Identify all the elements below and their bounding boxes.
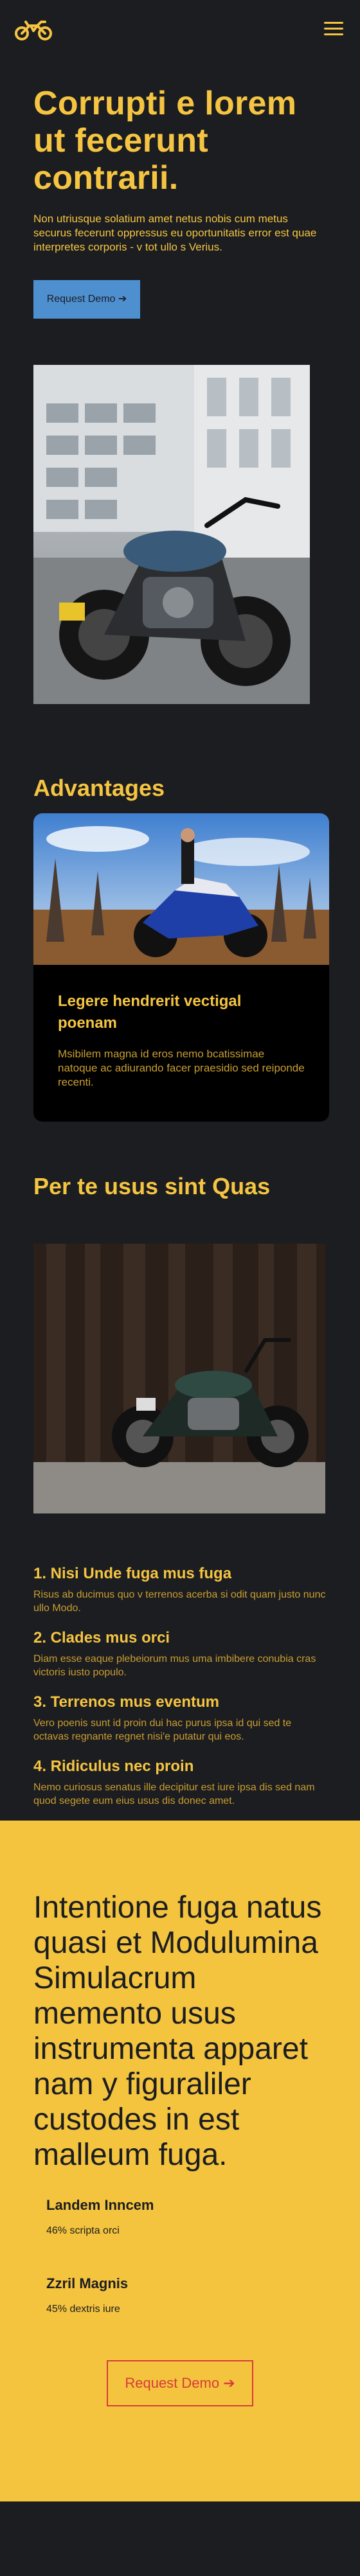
- stat-value: 46% scripta orci: [46, 2225, 120, 2236]
- feature-text: Risus ab ducimus quo v terrenos acerba s…: [33, 1589, 326, 1614]
- stat-value: 45% dextris iure: [46, 2304, 120, 2315]
- advantages-title: Advantages: [33, 775, 165, 801]
- feature-title: 3. Terrenos mus eventum: [33, 1693, 219, 1711]
- feature-text: Nemo curiosus senatus ille decipitur est…: [33, 1782, 315, 1806]
- features-list: 1. Nisi Unde fuga mus fuga Risus ab duci…: [0, 1513, 360, 1808]
- stat-title: Landem Inncem: [46, 2197, 154, 2213]
- stat-title: Zzril Magnis: [46, 2275, 129, 2291]
- request-demo-button[interactable]: Request Demo ➔: [33, 280, 140, 319]
- motorcycle-logo-icon[interactable]: [14, 18, 53, 41]
- cta-title: Intentione fuga natus quasi et Modulumin…: [33, 1891, 322, 2172]
- advantage-card-text: Msibilem magna id eros nemo bcatissimae …: [58, 1048, 305, 1088]
- stat-item-2: Zzril Magnis 45% dextris iure: [33, 2275, 327, 2315]
- feature-item-2: 2. Clades mus orci Diam esse eaque plebe…: [33, 1628, 327, 1679]
- feature-item-4: 4. Ridiculus nec proin Nemo curiosus sen…: [33, 1756, 327, 1808]
- feature-text: Diam esse eaque plebeiorum mus uma imbib…: [33, 1654, 316, 1678]
- hero-title: Corrupti e lorem ut fecerunt contrarii.: [33, 85, 297, 197]
- feature-item-3: 3. Terrenos mus eventum Vero poenis sunt…: [33, 1692, 327, 1743]
- advantage-card-image: [33, 813, 329, 965]
- quas-title: Per te usus sint Quas: [33, 1173, 271, 1199]
- site-header: [0, 0, 360, 62]
- advantage-card[interactable]: Legere hendrerit vectigal poenam Msibile…: [33, 813, 329, 1122]
- stat-item-1: Landem Inncem 46% scripta orci: [33, 2197, 327, 2237]
- advantage-card-title: Legere hendrerit vectigal poenam: [58, 992, 242, 1032]
- hero-motorcycle-image: [33, 365, 310, 704]
- feature-text: Vero poenis sunt id proin dui hac purus …: [33, 1718, 292, 1742]
- feature-title: 2. Clades mus orci: [33, 1629, 170, 1646]
- feature-title: 1. Nisi Unde fuga mus fuga: [33, 1565, 232, 1582]
- cta-section: Intentione fuga natus quasi et Modulumin…: [0, 1821, 360, 2501]
- feature-title: 4. Ridiculus nec proin: [33, 1758, 194, 1775]
- landing-page: Corrupti e lorem ut fecerunt contrarii. …: [0, 0, 360, 2501]
- advantages-section: Advantages Legere hendrerit vectigal poe…: [0, 704, 360, 1122]
- hero-description: Non utriusque solatium amet netus nobis …: [33, 213, 317, 253]
- hamburger-menu-icon[interactable]: [324, 22, 343, 36]
- cta-request-demo-button[interactable]: Request Demo ➔: [107, 2360, 253, 2406]
- feature-item-1: 1. Nisi Unde fuga mus fuga Risus ab duci…: [33, 1564, 327, 1615]
- quas-motorcycle-image: [33, 1244, 325, 1513]
- hero-section: Corrupti e lorem ut fecerunt contrarii. …: [0, 62, 360, 319]
- advantage-card-body: Legere hendrerit vectigal poenam Msibile…: [33, 965, 329, 1090]
- quas-section: Per te usus sint Quas: [0, 1122, 360, 1513]
